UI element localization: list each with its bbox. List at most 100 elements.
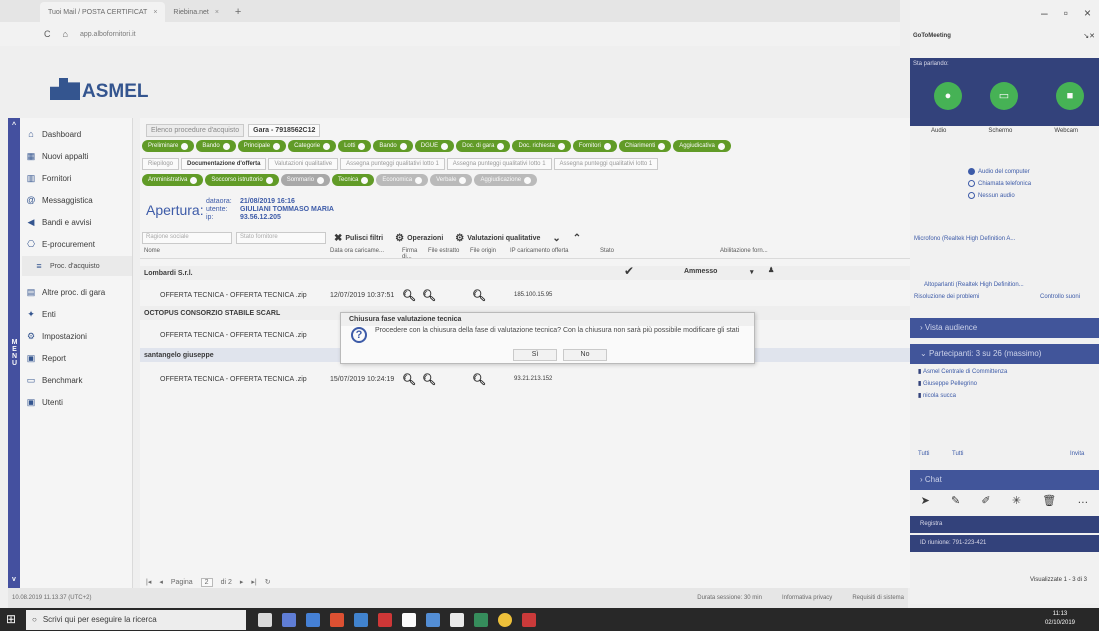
chevron-up-icon[interactable]: ^ [12,122,16,130]
column-header[interactable]: IP caricamento offerta [510,248,600,258]
section-tab[interactable]: Assegna punteggi qualitativi lotto 1 [340,158,445,170]
participant-item[interactable]: ▮ nicola succa [918,392,956,399]
sidebar-item[interactable]: @ Messaggistica [22,190,132,210]
sidebar-item[interactable]: ≡ Proc. d'acquisto [22,256,132,276]
app-icon[interactable] [354,612,368,627]
reload-icon[interactable]: C [44,29,51,39]
phase-tab[interactable]: Verbale [430,174,473,186]
section-tab[interactable]: Assegna punteggi qualitativi lotto 1 [446,158,552,170]
close-icon[interactable]: × [1084,6,1091,20]
section-tab[interactable]: Valutazioni qualitative [268,158,339,170]
next-page-icon[interactable]: ▸ [240,578,244,586]
explorer-icon[interactable] [306,612,320,627]
magnifier-icon[interactable]: 🔍︎ [402,289,422,302]
participants-header[interactable]: ⌄ Partecipanti: 3 su 26 (massimo) [910,344,1099,364]
phase-tab[interactable]: Bando [373,140,413,152]
column-header[interactable]: Firma di... [402,248,428,260]
operations-button[interactable]: ⚙ Operazioni [391,233,447,244]
chevron-down-icon[interactable]: ▾ [750,268,754,276]
sidebar-item[interactable]: ▣ Utenti [22,392,132,412]
status-select[interactable]: Ammesso [684,268,717,275]
phase-tab[interactable]: Fornitori [572,140,617,152]
menu-vertical-toggle[interactable]: ^ MENU v [8,118,20,588]
chevron-down-icon[interactable]: v [12,576,16,584]
close-icon[interactable]: × [153,9,157,16]
last-page-icon[interactable]: ▸| [251,578,256,586]
column-header[interactable]: Abilitazione forn... [720,248,800,258]
screen-share-button[interactable]: ▭ [990,82,1018,110]
ragione-sociale-input[interactable]: Ragione sociale [142,232,232,244]
phase-tab[interactable]: Soccorso istruttorio [205,174,279,186]
microphone-button[interactable]: ● [934,82,962,110]
webcam-tab[interactable]: Webcam [1054,128,1078,134]
phase-tab[interactable]: Chiarimenti [618,140,672,152]
phase-tab[interactable]: Bando [196,140,236,152]
magnifier-icon[interactable]: 🔍︎ [402,373,422,386]
address-bar[interactable]: C ⌂ app.albofornitori.it [0,22,900,46]
column-header[interactable]: File origin [470,248,510,258]
sound-check-link[interactable]: Controllo suoni [1040,294,1080,300]
phase-tab[interactable]: Aggiudicazione [474,174,538,186]
browser-tab[interactable]: Tuoi Mail / POSTA CERTIFICAT × [40,2,166,22]
phase-tab[interactable]: Doc. di gara [456,140,511,152]
phase-tab[interactable]: Preliminare [142,140,195,152]
section-tab[interactable]: Assegna punteggi qualitativi lotto 1 [553,158,659,170]
document-icon[interactable] [402,612,416,627]
table-row[interactable]: OFFERTA TECNICA - OFFERTA TECNICA .zip 1… [140,372,910,386]
magnifier-icon[interactable]: 🔍︎ [472,289,514,302]
sidebar-item[interactable]: ⎔ E-procurement [22,234,132,254]
pen-icon[interactable]: ✎ [951,494,960,507]
table-group-row[interactable]: Lombardi S.r.l. [140,266,910,280]
sidebar-item[interactable]: ▭ Benchmark [22,370,132,390]
spotlight-icon[interactable]: ✳ [1012,494,1021,507]
app-icon[interactable] [498,612,512,627]
column-header[interactable]: Data ora caricame... [330,248,402,258]
webcam-button[interactable]: ■ [1056,82,1084,110]
phase-tab[interactable]: Principale [237,140,287,152]
speaker-select[interactable]: Altoparlanti (Realtek High Definition... [924,282,1024,288]
system-clock[interactable]: 11:13 02/10/2019 [1045,610,1075,628]
sidebar-item[interactable]: ▤ Altre proc. di gara [22,282,132,302]
yes-button[interactable]: Sì [513,349,557,361]
record-bar[interactable]: Registra [910,516,1099,533]
file-icon[interactable] [450,612,464,627]
mute-all-control[interactable]: Tutti [918,451,929,457]
section-tab[interactable]: Riepilogo [142,158,180,170]
phase-tab[interactable]: Economica [376,174,429,186]
reset-filters-button[interactable]: ✖ Pulisci filtri [330,233,387,244]
breadcrumb-item-current[interactable]: Gara - 7918562C12 [248,124,321,137]
gotomeeting-title[interactable]: GoToMeeting [913,33,951,39]
task-view-icon[interactable] [282,612,296,627]
home-icon[interactable]: ⌂ [63,29,68,39]
sidebar-item[interactable]: ◀ Bandi e avvisi [22,212,132,232]
column-header[interactable]: File estratto [428,248,470,258]
column-header[interactable]: Nome [140,248,330,258]
app-icon[interactable] [426,612,440,627]
participant-item[interactable]: ▮ Asmel Centrale di Committenza [918,368,1007,375]
audio-option-phone[interactable]: Chiamata telefonica [968,180,1031,187]
sidebar-item[interactable]: ▥ Fornitori [22,168,132,188]
page-input[interactable]: 2 [200,577,213,587]
url-text[interactable]: app.albofornitori.it [80,31,136,38]
close-icon[interactable]: × [215,9,219,16]
audience-view-header[interactable]: › Vista audience [910,318,1099,338]
invite-button[interactable]: Invita [1070,451,1084,457]
participant-item[interactable]: ▮ Giuseppe Pellegrino [918,380,977,387]
sidebar-item[interactable]: ✦ Enti [22,304,132,324]
requirements-link[interactable]: Requisiti di sistema [852,595,904,601]
magnifier-icon[interactable]: 🔍︎ [472,373,514,386]
sidebar-item[interactable]: ▦ Nuovi appalti [22,146,132,166]
refresh-icon[interactable]: ↻ [265,578,271,586]
app-icon[interactable] [378,612,392,627]
qualitative-button[interactable]: ⚙ Valutazioni qualitative [451,233,544,244]
magnifier-icon[interactable]: 🔍︎ [422,373,472,386]
sidebar-item[interactable]: ⚙ Impostazioni [22,326,132,346]
pointer-icon[interactable]: ➤ [921,494,930,507]
audio-option-none[interactable]: Nessun audio [968,192,1015,199]
phase-tab[interactable]: Lotti [338,140,372,152]
browser-tab[interactable]: Riebina.net × [165,2,227,22]
highlighter-icon[interactable]: ✐ [981,494,990,507]
user-toggle-icon[interactable]: ♟ [768,266,774,274]
taskbar-search[interactable]: ○ Scrivi qui per eseguire la ricerca [26,609,246,630]
phase-tab[interactable]: Doc. richiesta [512,140,571,152]
